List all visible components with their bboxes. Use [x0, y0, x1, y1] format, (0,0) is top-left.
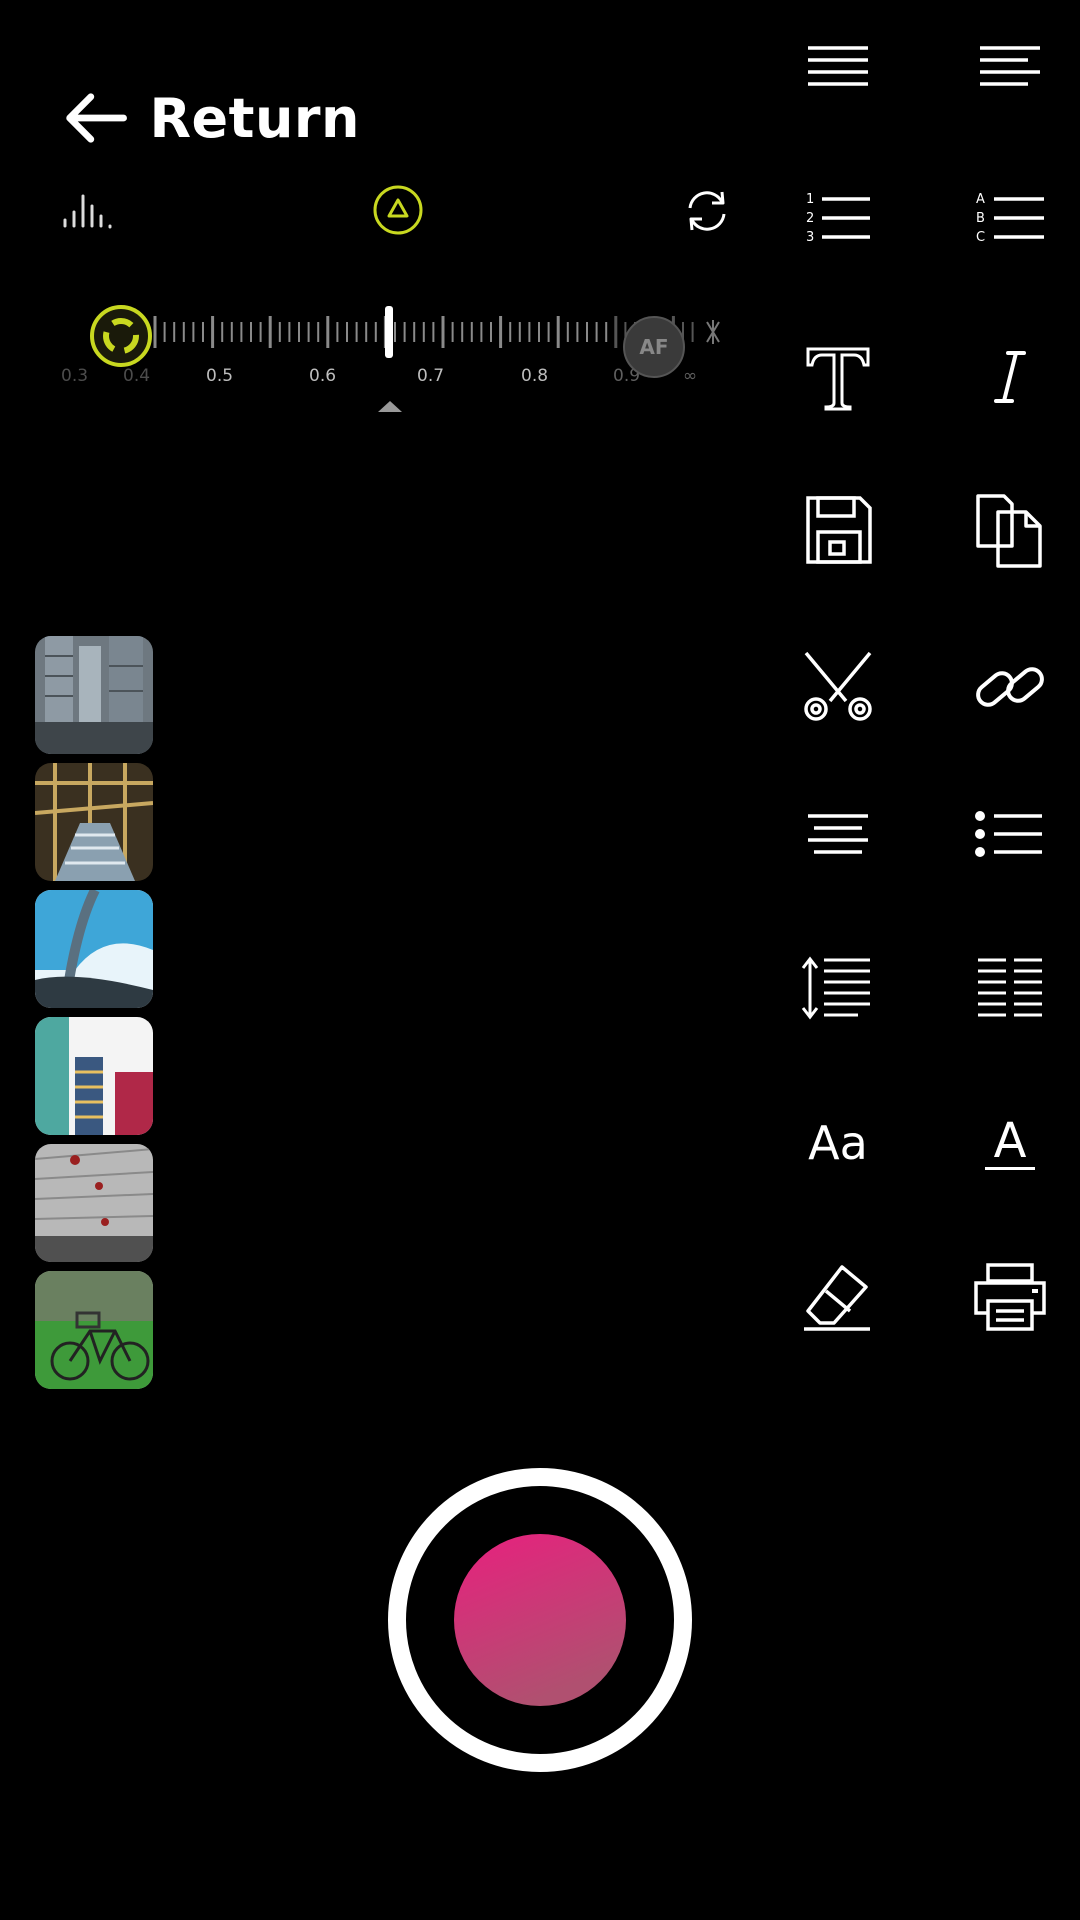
gallery-thumbnail-storefront[interactable] [35, 1017, 153, 1135]
italic-icon [994, 351, 1026, 403]
eraser-button[interactable] [793, 1252, 883, 1342]
storefront-photo [35, 1017, 153, 1135]
bullet-list-icon [975, 811, 1042, 857]
svg-text:1: 1 [806, 192, 814, 207]
link-button[interactable] [965, 642, 1055, 732]
numbered-list-button[interactable]: 1 2 3 [793, 176, 883, 266]
lettered-list-button[interactable]: ABC [965, 176, 1055, 266]
text-color-button[interactable]: A [965, 1098, 1055, 1188]
text-icon [806, 347, 870, 411]
align-justify-icon [808, 46, 868, 86]
eraser-icon [804, 1265, 870, 1331]
align-center-button[interactable] [793, 791, 883, 881]
text-color-underline [985, 1166, 1035, 1170]
gallery-thumbnail-facade[interactable] [35, 1144, 153, 1262]
print-icon [974, 1263, 1046, 1331]
align-center-icon [808, 814, 868, 854]
back-arrow-icon [66, 93, 127, 143]
numbered-list-icon: 1 2 3 [806, 192, 870, 245]
svg-text:A: A [976, 192, 985, 207]
zoom-handle-icon[interactable] [89, 304, 153, 368]
zoom-scale[interactable]: 0.3 0.4 0.5 0.6 0.7 0.8 0.9 ∞ AF [55, 270, 735, 420]
bullet-list-button[interactable] [965, 791, 1055, 881]
columns-icon [978, 958, 1042, 1017]
italic-button[interactable] [965, 332, 1055, 422]
svg-text:C: C [976, 230, 985, 245]
scaffold-photo [35, 763, 153, 881]
align-justify-button[interactable] [793, 21, 883, 111]
building-photo [35, 636, 153, 754]
scale-end-marker [706, 320, 720, 344]
scale-pointer-icon [378, 401, 402, 412]
shutter-button[interactable] [386, 1466, 694, 1774]
return-label: Return [149, 86, 360, 150]
font-size-label: Aa [808, 1116, 868, 1170]
lettered-list-icon: ABC [976, 192, 1044, 245]
svg-text:3: 3 [806, 230, 814, 245]
scale-label-0.5: 0.5 [206, 366, 234, 386]
flip-camera-icon[interactable] [682, 186, 732, 236]
cut-button[interactable] [793, 642, 883, 732]
save-button[interactable] [793, 485, 883, 575]
gallery-thumbnail-scaffold[interactable] [35, 763, 153, 881]
columns-button[interactable] [965, 943, 1055, 1033]
align-left-button[interactable] [965, 21, 1055, 111]
copy-button[interactable] [965, 485, 1055, 575]
align-left-icon [980, 46, 1040, 86]
scale-label-0.8: 0.8 [521, 366, 549, 386]
text-button[interactable] [793, 332, 883, 422]
gallery-thumbnail-bicycle[interactable] [35, 1271, 153, 1389]
levels-icon[interactable] [60, 190, 120, 230]
text-color-label: A [993, 1112, 1027, 1169]
line-spacing-button[interactable] [793, 943, 883, 1033]
facade-photo [35, 1144, 153, 1262]
scale-center-marker [385, 306, 393, 358]
scale-label-0.6: 0.6 [309, 366, 337, 386]
svg-text:2: 2 [806, 211, 814, 226]
scale-label-infinity: ∞ [683, 366, 698, 386]
return-button[interactable]: Return [60, 78, 360, 158]
copy-icon [976, 494, 1042, 568]
cut-icon [804, 651, 872, 721]
scale-label-0.4: 0.4 [123, 366, 151, 386]
font-size-button[interactable]: Aa [793, 1098, 883, 1188]
triangle-mode-icon[interactable] [372, 184, 424, 236]
bicycle-photo [35, 1271, 153, 1389]
scale-label-0.3: 0.3 [61, 366, 89, 386]
af-label: AF [639, 335, 669, 359]
svg-text:B: B [976, 211, 985, 226]
line-spacing-icon [801, 956, 870, 1020]
save-icon [806, 496, 872, 564]
af-button[interactable]: AF [623, 316, 685, 378]
gallery-thumbnail-building[interactable] [35, 636, 153, 754]
gallery-thumbnail-glass-arch[interactable] [35, 890, 153, 1008]
glass-arch-photo [35, 890, 153, 1008]
link-icon [976, 667, 1044, 707]
print-button[interactable] [965, 1252, 1055, 1342]
scale-label-0.7: 0.7 [417, 366, 445, 386]
record-dot [454, 1534, 626, 1706]
